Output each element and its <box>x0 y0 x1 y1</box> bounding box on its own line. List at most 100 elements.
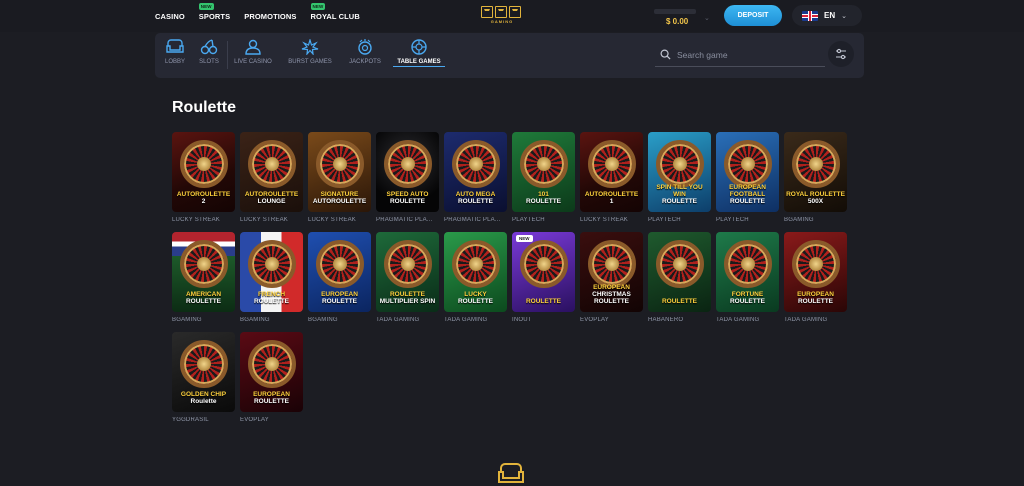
filter-icon <box>836 48 846 60</box>
game-title: FORTUNE ROULETTE <box>729 291 766 305</box>
game-provider: BGAMING <box>240 317 270 323</box>
game-tile[interactable]: EUROPEAN ROULETTE EVOPLAY <box>240 332 303 423</box>
game-tile[interactable]: ROULETTE HABANERO <box>648 232 711 323</box>
balance-display[interactable]: $ 0.00 ⌄ <box>652 8 714 28</box>
game-title: EUROPEAN ROULETTE <box>321 291 358 305</box>
game-tile[interactable]: 101 ROULETTE PLAYTECH <box>512 132 575 223</box>
game-title: LUCKY ROULETTE <box>457 291 494 305</box>
game-tile[interactable]: ROYAL ROULETTE 500X BGAMING <box>784 132 847 223</box>
roulette-wheel-icon <box>587 140 636 188</box>
game-title: ROULETTE MULTIPLIER SPIN <box>379 291 436 305</box>
game-tile[interactable]: FRENCH ROULETTE BGAMING <box>240 232 303 323</box>
roulette-wheel-icon <box>723 240 772 288</box>
game-title: AUTOROULETTE 2 <box>176 191 231 205</box>
game-title: AUTO MEGA ROULETTE <box>455 191 496 205</box>
site-logo[interactable]: GAMING <box>481 6 523 28</box>
logo-mark <box>481 6 523 18</box>
game-thumbnail: AUTO MEGA ROULETTE <box>444 132 507 212</box>
game-thumbnail: ROULETTE MULTIPLIER SPIN <box>376 232 439 312</box>
game-thumbnail: AUTOROULETTE 2 <box>172 132 235 212</box>
roulette-wheel-icon <box>247 340 296 388</box>
chevron-down-icon: ⌄ <box>704 15 710 22</box>
logo-subtitle: GAMING <box>490 19 514 24</box>
game-title: 101 ROULETTE <box>525 191 562 205</box>
nav-casino-label: CASINO <box>155 12 185 21</box>
game-tile[interactable]: EUROPEAN ROULETTE BGAMING <box>308 232 371 323</box>
uk-flag-icon <box>802 10 818 21</box>
game-thumbnail: FORTUNE ROULETTE <box>716 232 779 312</box>
burst-icon <box>301 39 319 55</box>
game-tile[interactable]: EUROPEAN ROULETTE TADA GAMING <box>784 232 847 323</box>
sofa-icon <box>166 39 184 53</box>
game-title: EUROPEAN CHRISTMAS ROULETTE <box>592 284 631 305</box>
game-title: EUROPEAN ROULETTE <box>797 291 834 305</box>
game-tile[interactable]: SIGNATURE AUTOROULETTE LUCKY STREAK <box>308 132 371 223</box>
filter-button[interactable] <box>828 41 854 67</box>
sofa-icon <box>496 462 526 486</box>
game-title: EUROPEAN FOOTBALL ROULETTE <box>729 184 766 205</box>
dealer-icon <box>245 39 261 55</box>
game-provider: HABANERO <box>648 317 684 323</box>
game-tile[interactable]: FORTUNE ROULETTE TADA GAMING <box>716 232 779 323</box>
roulette-wheel-icon <box>655 240 704 288</box>
game-title: ROULETTE <box>525 298 562 305</box>
tab-label: TABLE GAMES <box>393 59 445 67</box>
tab-table-games[interactable]: TABLE GAMES <box>393 39 445 73</box>
game-provider: EVOPLAY <box>580 317 609 323</box>
game-provider: LUCKY STREAK <box>172 217 220 223</box>
game-title: EUROPEAN ROULETTE <box>253 391 290 405</box>
game-title: AUTOROULETTE 1 <box>584 191 639 205</box>
game-tile[interactable]: AMERICAN ROULETTE BGAMING <box>172 232 235 323</box>
roulette-wheel-icon <box>179 340 228 388</box>
tab-lobby[interactable]: LOBBY <box>161 39 189 73</box>
game-tile[interactable]: AUTOROULETTE 1 LUCKY STREAK <box>580 132 643 223</box>
game-title: SIGNATURE AUTOROULETTE <box>312 191 367 205</box>
tab-slots[interactable]: SLOTS <box>195 39 223 73</box>
game-tile[interactable]: EUROPEAN FOOTBALL ROULETTE PLAYTECH <box>716 132 779 223</box>
deposit-button[interactable]: DEPOSIT <box>724 5 782 26</box>
language-code: EN <box>824 11 836 20</box>
language-selector[interactable]: EN ⌄ <box>792 5 862 26</box>
game-tile[interactable]: ROULETTE MULTIPLIER SPIN TADA GAMING <box>376 232 439 323</box>
game-provider: TADA GAMING <box>376 317 420 323</box>
nav-casino[interactable]: CASINO <box>155 12 185 21</box>
game-thumbnail: GOLDEN CHIP Roulette <box>172 332 235 412</box>
tab-live-casino[interactable]: LIVE CASINO <box>231 39 275 73</box>
roulette-wheel-icon <box>179 140 228 188</box>
game-tile[interactable]: AUTOROULETTE 2 LUCKY STREAK <box>172 132 235 223</box>
game-tile[interactable]: SPIN TILL YOU WIN ROULETTE PLAYTECH <box>648 132 711 223</box>
game-title: ROYAL ROULETTE 500X <box>786 191 845 205</box>
tab-label: SLOTS <box>199 59 219 65</box>
search-input[interactable] <box>677 49 817 60</box>
nav-promotions[interactable]: PROMOTIONS <box>244 12 296 21</box>
game-tile[interactable]: NEW ROULETTE INOUT <box>512 232 575 323</box>
game-thumbnail: ROYAL ROULETTE 500X <box>784 132 847 212</box>
game-provider: TADA GAMING <box>784 317 828 323</box>
game-tile[interactable]: AUTO MEGA ROULETTE PRAGMATIC PLA... <box>444 132 507 223</box>
nav-sports[interactable]: NEW SPORTS <box>198 3 230 21</box>
balance-placeholder <box>654 9 696 14</box>
game-title: FRENCH ROULETTE <box>253 291 290 305</box>
game-provider: LUCKY STREAK <box>580 217 628 223</box>
nav-royal-club[interactable]: NEW ROYAL CLUB <box>310 3 360 21</box>
tab-jackpots[interactable]: JACKPOTS <box>345 39 385 73</box>
roulette-wheel-icon <box>179 240 228 288</box>
game-provider: PLAYTECH <box>716 217 749 223</box>
game-tile[interactable]: AUTOROULETTE LOUNGE LUCKY STREAK <box>240 132 303 223</box>
game-tile[interactable]: GOLDEN CHIP Roulette YGGDRASIL <box>172 332 235 423</box>
balance-amount: $ 0.00 <box>666 17 689 26</box>
tab-burst-games[interactable]: BURST GAMES <box>285 39 335 73</box>
new-badge: NEW <box>516 235 533 242</box>
game-tile[interactable]: EUROPEAN CHRISTMAS ROULETTE EVOPLAY <box>580 232 643 323</box>
game-provider: EVOPLAY <box>240 417 269 423</box>
roulette-wheel-icon <box>519 140 568 188</box>
game-tile[interactable]: SPEED AUTO ROULETTE PRAGMATIC PLA... <box>376 132 439 223</box>
game-tile[interactable]: LUCKY ROULETTE TADA GAMING <box>444 232 507 323</box>
game-thumbnail: EUROPEAN ROULETTE <box>308 232 371 312</box>
roulette-wheel-icon <box>791 240 840 288</box>
roulette-wheel-icon <box>383 140 432 188</box>
jackpot-icon <box>358 39 372 55</box>
game-provider: PLAYTECH <box>512 217 545 223</box>
game-thumbnail: 101 ROULETTE <box>512 132 575 212</box>
game-title: SPIN TILL YOU WIN ROULETTE <box>656 184 703 205</box>
